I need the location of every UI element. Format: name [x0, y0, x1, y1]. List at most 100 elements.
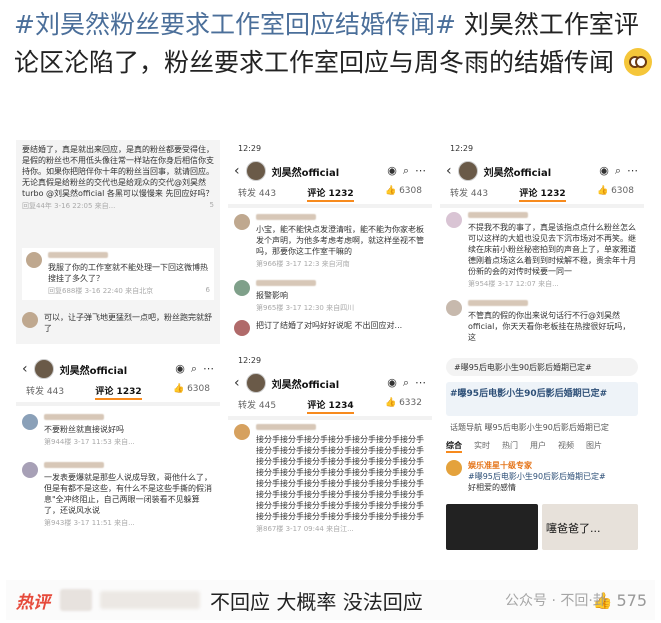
status-time: 12:29 — [238, 144, 262, 153]
avatar[interactable] — [22, 312, 38, 328]
thumbs-up-icon: 👍 — [384, 398, 397, 408]
tab-comment[interactable]: 评论 1232 — [307, 186, 354, 202]
screenshot-comments-3: 12:29 ‹ 刘昊然official ◉ ⌕ ⋯ 转发 443 评论 1232 👍… — [440, 140, 644, 344]
avatar[interactable] — [234, 214, 250, 230]
post-username[interactable]: 娱乐准星十级专家 — [468, 460, 638, 471]
blurred-username — [100, 591, 200, 609]
comment-item: 一发表要爆就是那些人说成导致，哥他什么了，但是有都不是这些，有什么不是这些手撕的… — [22, 462, 214, 528]
search-tab[interactable]: 综合 — [446, 440, 462, 453]
comment-text: 不要粉丝就直接说好吗 — [44, 425, 124, 434]
video-icon[interactable]: ◉ — [599, 164, 609, 178]
more-icon[interactable]: ⋯ — [203, 362, 214, 376]
search-tab[interactable]: 图片 — [586, 440, 602, 453]
avatar[interactable] — [245, 373, 266, 393]
hashtag-link[interactable]: #刘昊然粉丝要求工作室回应结婚传闻# — [14, 10, 456, 39]
back-arrow-icon[interactable]: ‹ — [22, 361, 28, 377]
comment-text: 不管真的假的你出来说句话行不行@刘昊然official，你天天看你老板挂在热搜很… — [468, 311, 631, 342]
post-headline: #刘昊然粉丝要求工作室回应结婚传闻# 刘昊然工作室评论区沦陷了，粉丝要求工作室回… — [14, 6, 654, 82]
avatar[interactable] — [446, 212, 462, 228]
blurred-username — [256, 280, 316, 286]
comment-meta: 回复44年 3-16 22:05 来自... — [22, 202, 116, 210]
avatar[interactable] — [234, 280, 250, 296]
video-thumbnail[interactable] — [446, 504, 538, 550]
blurred-username — [44, 414, 104, 420]
post-text[interactable]: #曝95后电影小生90后影后婚期已定# — [468, 471, 638, 482]
avatar[interactable] — [446, 460, 462, 476]
blurred-username — [468, 300, 528, 306]
avatar[interactable] — [245, 161, 266, 181]
hot-comment-text: 不回应 大概率 没法回应 — [210, 589, 423, 614]
comment-item: 要结婚了，真是就出来回应，是真的粉丝都要受得住，是假的粉丝也不用低头像往常一样站… — [22, 144, 214, 211]
comment-text: 小宝，能不能快点发澄清啦，能不能为你家老板发个声明，为他多考虑考虑啊，就这样坐视… — [256, 225, 424, 256]
tab-repost[interactable]: 转发 443 — [238, 186, 276, 202]
tab-like[interactable]: 👍 6332 — [385, 398, 422, 414]
search-input[interactable]: #曝95后电影小生90后影后婚期已定# — [446, 358, 638, 376]
like-count[interactable]: 5 — [210, 201, 214, 211]
more-icon[interactable]: ⋯ — [627, 164, 638, 178]
more-icon[interactable]: ⋯ — [415, 164, 426, 178]
account-name[interactable]: 刘昊然official — [484, 164, 552, 179]
spam-line: 接分手接分手接分手接分手接分手接分手接分手 — [256, 490, 424, 499]
nav-bar: ‹ 刘昊然official ◉ ⌕ ⋯ — [228, 370, 432, 396]
tab-repost[interactable]: 转发 443 — [26, 384, 64, 400]
screenshot-comments-1: 要结婚了，真是就出来回应，是真的粉丝都要受得住，是假的粉丝也不用低头像往常一样站… — [16, 140, 220, 344]
avatar[interactable] — [22, 414, 38, 430]
screenshot-comments-2: 12:29 ‹ 刘昊然official ◉ ⌕ ⋯ 转发 443 评论 1232 👍… — [228, 140, 432, 344]
like-count[interactable]: 6 — [206, 286, 210, 296]
search-tab[interactable]: 实时 — [474, 440, 490, 453]
avatar[interactable] — [33, 359, 54, 379]
tab-like[interactable]: 👍 6308 — [597, 186, 634, 202]
comment-meta: 第966楼 3-17 12:3 来自河南 — [256, 260, 350, 268]
tab-comment[interactable]: 评论 1234 — [307, 398, 354, 414]
tab-repost[interactable]: 转发 445 — [238, 398, 276, 414]
search-tab[interactable]: 用户 — [530, 440, 546, 453]
screenshot-comments-5: 12:29 ‹ 刘昊然official ◉ ⌕ ⋯ 转发 445 评论 1234 👍… — [228, 352, 432, 552]
tab-comment[interactable]: 评论 1232 — [95, 384, 142, 400]
back-arrow-icon[interactable]: ‹ — [446, 163, 452, 179]
avatar[interactable] — [457, 161, 478, 181]
avatar[interactable] — [446, 300, 462, 316]
account-name[interactable]: 刘昊然official — [272, 376, 340, 391]
back-arrow-icon[interactable]: ‹ — [234, 163, 240, 179]
tab-like[interactable]: 👍 6308 — [385, 186, 422, 202]
spam-line: 接分手接分手接分手接分手接分手接分手接分手 — [256, 446, 424, 455]
avatar[interactable] — [60, 589, 92, 611]
status-time: 12:29 — [238, 356, 262, 365]
nav-bar: ‹ 刘昊然official ◉ ⌕ ⋯ — [228, 158, 432, 184]
avatar[interactable] — [234, 424, 250, 440]
search-icon[interactable]: ⌕ — [191, 362, 197, 376]
comment-item: 不管真的假的你出来说句话行不行@刘昊然official，你天天看你老板挂在热搜很… — [446, 300, 638, 344]
video-icon[interactable]: ◉ — [387, 376, 397, 390]
avatar[interactable] — [26, 252, 42, 268]
spam-line: 接分手接分手接分手接分手接分手接分手接分手 — [256, 457, 424, 466]
back-arrow-icon[interactable]: ‹ — [234, 375, 240, 391]
comment-text: 我服了你的工作室就不能处理一下回这微博热搜挂了多久了？ — [48, 263, 208, 283]
video-icon[interactable]: ◉ — [387, 164, 397, 178]
search-icon[interactable]: ⌕ — [403, 164, 409, 178]
more-icon[interactable]: ⋯ — [415, 376, 426, 390]
tab-like[interactable]: 👍 6308 — [173, 384, 210, 400]
screenshot-search: #曝95后电影小生90后影后婚期已定# #曝95后电影小生90后影后婚期已定# … — [440, 352, 644, 552]
search-tab[interactable]: 热门 — [502, 440, 518, 453]
tab-comment[interactable]: 评论 1232 — [519, 186, 566, 202]
spam-line: 接分手接分手接分手接分手接分手接分手接分手 — [256, 468, 424, 477]
comment-text: 一发表要爆就是那些人说成导致，哥他什么了，但是有都不是这些，有什么不是这些手撕的… — [44, 473, 212, 515]
search-tab[interactable]: 视频 — [558, 440, 574, 453]
comment-item: 报警影响 第965楼 3-17 12:30 来自四川 — [234, 280, 426, 313]
avatar[interactable] — [234, 320, 250, 336]
search-icon[interactable]: ⌕ — [615, 164, 621, 178]
video-thumbnail[interactable]: 噻爸爸了... — [542, 504, 638, 550]
avatar[interactable] — [22, 462, 38, 478]
hot-comment-label: 热评 — [16, 592, 50, 613]
video-icon[interactable]: ◉ — [175, 362, 185, 376]
topic-card[interactable]: #曝95后电影小生90后影后婚期已定# — [446, 382, 638, 416]
spam-line: 接分手接分手接分手接分手接分手接分手接分手 — [256, 479, 424, 488]
search-icon[interactable]: ⌕ — [403, 376, 409, 390]
comment-text: 可以，让子弹飞地更猛烈一点吧，粉丝跑完就舒了 — [44, 313, 212, 333]
divider — [228, 204, 432, 208]
account-name[interactable]: 刘昊然official — [60, 362, 128, 377]
topic-title: #曝95后电影小生90后影后婚期已定# — [450, 389, 608, 399]
tab-repost[interactable]: 转发 443 — [450, 186, 488, 202]
account-name[interactable]: 刘昊然official — [272, 164, 340, 179]
thumbs-up-icon: 👍 — [596, 186, 609, 196]
